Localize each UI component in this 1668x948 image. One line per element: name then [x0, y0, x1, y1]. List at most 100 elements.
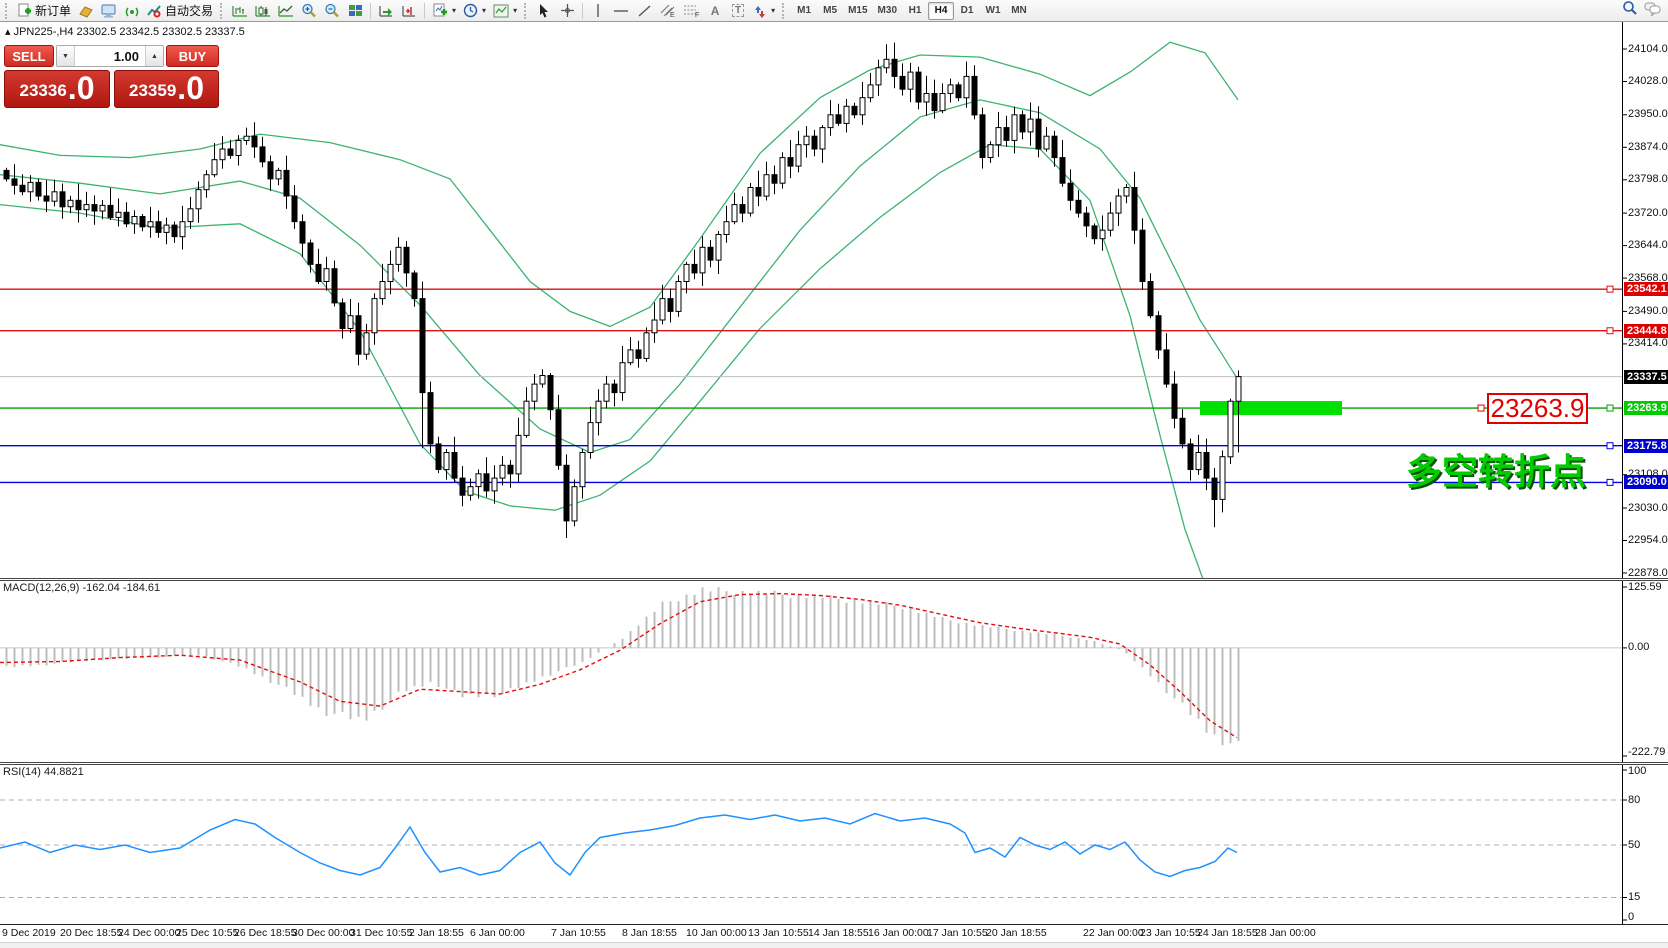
time-axis[interactable]: 9 Dec 201920 Dec 18:5524 Dec 00:0025 Dec…: [0, 924, 1668, 942]
periods-button[interactable]: ▾: [460, 1, 489, 20]
candle: [492, 465, 497, 504]
candle: [868, 73, 873, 102]
timeframe-m1[interactable]: M1: [791, 2, 817, 20]
volume-increase-button[interactable]: ▲: [145, 46, 163, 66]
timeframe-m15[interactable]: M15: [843, 2, 872, 20]
callout-anchor[interactable]: [1478, 405, 1484, 411]
chart-shift-button[interactable]: [398, 1, 420, 20]
candle: [4, 168, 9, 182]
time-axis-label: 26 Dec 18:55: [234, 927, 296, 939]
candle: [780, 152, 785, 188]
candle: [340, 298, 345, 338]
candle: [100, 200, 105, 219]
signals-button[interactable]: [121, 1, 143, 20]
timeframe-bar: M1M5M15M30H1H4D1W1MN: [791, 2, 1032, 20]
candle: [180, 206, 185, 250]
candle: [164, 218, 169, 245]
macd-histogram: [7, 587, 1239, 745]
rsi-panel[interactable]: RSI(14) 44.8821 1008050150: [0, 762, 1668, 924]
auto-trading-icon: [147, 4, 162, 18]
clock-icon: [463, 3, 478, 18]
text-label-tool[interactable]: T: [727, 1, 749, 20]
text-tool[interactable]: A: [704, 1, 726, 20]
signal-icon: [125, 4, 140, 18]
indicators-button[interactable]: ▾: [429, 1, 459, 20]
sell-price[interactable]: 23336.0: [4, 70, 110, 108]
candle: [84, 192, 89, 217]
rsi-canvas: [0, 765, 1668, 924]
candle: [260, 137, 265, 167]
time-axis-label: 6 Jan 00:00: [470, 927, 525, 939]
chevron-down-icon: ▾: [513, 6, 517, 15]
turning-point-annotation[interactable]: 多空转折点: [1406, 443, 1586, 495]
candle: [68, 196, 73, 213]
toolbar-grip[interactable]: [524, 3, 529, 19]
volume-input[interactable]: 1.00: [75, 46, 145, 66]
candle: [76, 184, 81, 223]
crosshair-button[interactable]: [556, 1, 578, 20]
main-chart-panel[interactable]: 24104.024028.023950.023874.023798.023720…: [0, 22, 1668, 578]
price-tick-label: 24104.0: [1628, 43, 1668, 56]
volume-decrease-button[interactable]: ▼: [57, 46, 75, 66]
timeframe-d1[interactable]: D1: [954, 2, 980, 20]
trendline-tool[interactable]: [633, 1, 655, 20]
collapse-arrow-icon[interactable]: ▴: [5, 26, 14, 38]
candle: [804, 126, 809, 158]
toolbar-grip[interactable]: [220, 3, 225, 19]
templates-button[interactable]: ▾: [490, 1, 520, 20]
cursor-button[interactable]: [533, 1, 555, 20]
candle: [12, 164, 17, 194]
price-callout-box[interactable]: 23263.9: [1487, 393, 1588, 424]
candle: [892, 43, 897, 89]
equidistant-channel-tool[interactable]: E: [656, 1, 679, 20]
arrows-tool[interactable]: ▾: [750, 1, 778, 20]
macd-panel[interactable]: MACD(12,26,9) -162.04 -184.61 125.590.00…: [0, 578, 1668, 762]
zoom-in-button[interactable]: [298, 1, 320, 20]
terminal-button[interactable]: [98, 1, 120, 20]
timeframe-h4[interactable]: H4: [928, 2, 954, 20]
chat-icon[interactable]: [1644, 1, 1662, 21]
symbol-info: ▴ JPN225-,H4 23302.5 23342.5 23302.5 233…: [5, 25, 245, 38]
rsi-tick-label: 15: [1628, 891, 1640, 904]
timeframe-m30[interactable]: M30: [873, 2, 902, 20]
candle: [1044, 127, 1049, 152]
search-icon[interactable]: [1622, 0, 1638, 21]
trendline-icon: [637, 4, 652, 18]
highlight-rectangle[interactable]: [1200, 401, 1342, 415]
auto-scroll-button[interactable]: [375, 1, 397, 20]
candle: [1124, 184, 1129, 203]
auto-trading-button[interactable]: 自动交易: [144, 1, 216, 20]
timeframe-mn[interactable]: MN: [1006, 2, 1032, 20]
timeframe-h1[interactable]: H1: [902, 2, 928, 20]
candle: [820, 125, 825, 163]
time-axis-label: 20 Jan 18:55: [986, 927, 1047, 939]
candle: [276, 168, 281, 186]
timeframe-w1[interactable]: W1: [980, 2, 1006, 20]
price-tick-label: 23490.0: [1628, 305, 1668, 318]
toolbar-grip[interactable]: [5, 3, 10, 19]
template-icon: [493, 4, 509, 18]
bar-chart-button[interactable]: [229, 1, 251, 20]
market-watch-button[interactable]: [75, 1, 97, 20]
line-chart-button[interactable]: [275, 1, 297, 20]
candle: [596, 389, 601, 435]
sell-button[interactable]: SELL: [4, 45, 54, 67]
toolbar-grip[interactable]: [782, 3, 787, 19]
timeframe-m5[interactable]: M5: [817, 2, 843, 20]
buy-price[interactable]: 23359.0: [114, 70, 219, 108]
toolbar-separator: [370, 3, 371, 19]
fibonacci-tool[interactable]: F: [680, 1, 703, 20]
svg-text:E: E: [670, 12, 675, 18]
volume-control: ▼ 1.00 ▲: [56, 45, 164, 67]
zoom-out-button[interactable]: [321, 1, 343, 20]
line-price-label: 23263.9: [1624, 401, 1668, 415]
candlestick-button[interactable]: [252, 1, 274, 20]
tile-windows-button[interactable]: [344, 1, 366, 20]
vertical-line-tool[interactable]: [587, 1, 609, 20]
buy-button[interactable]: BUY: [166, 45, 219, 67]
arrows-icon: [753, 4, 767, 18]
new-order-button[interactable]: 新订单: [14, 1, 74, 20]
candle: [484, 457, 489, 497]
horizontal-line-tool[interactable]: [610, 1, 632, 20]
chevron-down-icon: ▾: [482, 6, 486, 15]
